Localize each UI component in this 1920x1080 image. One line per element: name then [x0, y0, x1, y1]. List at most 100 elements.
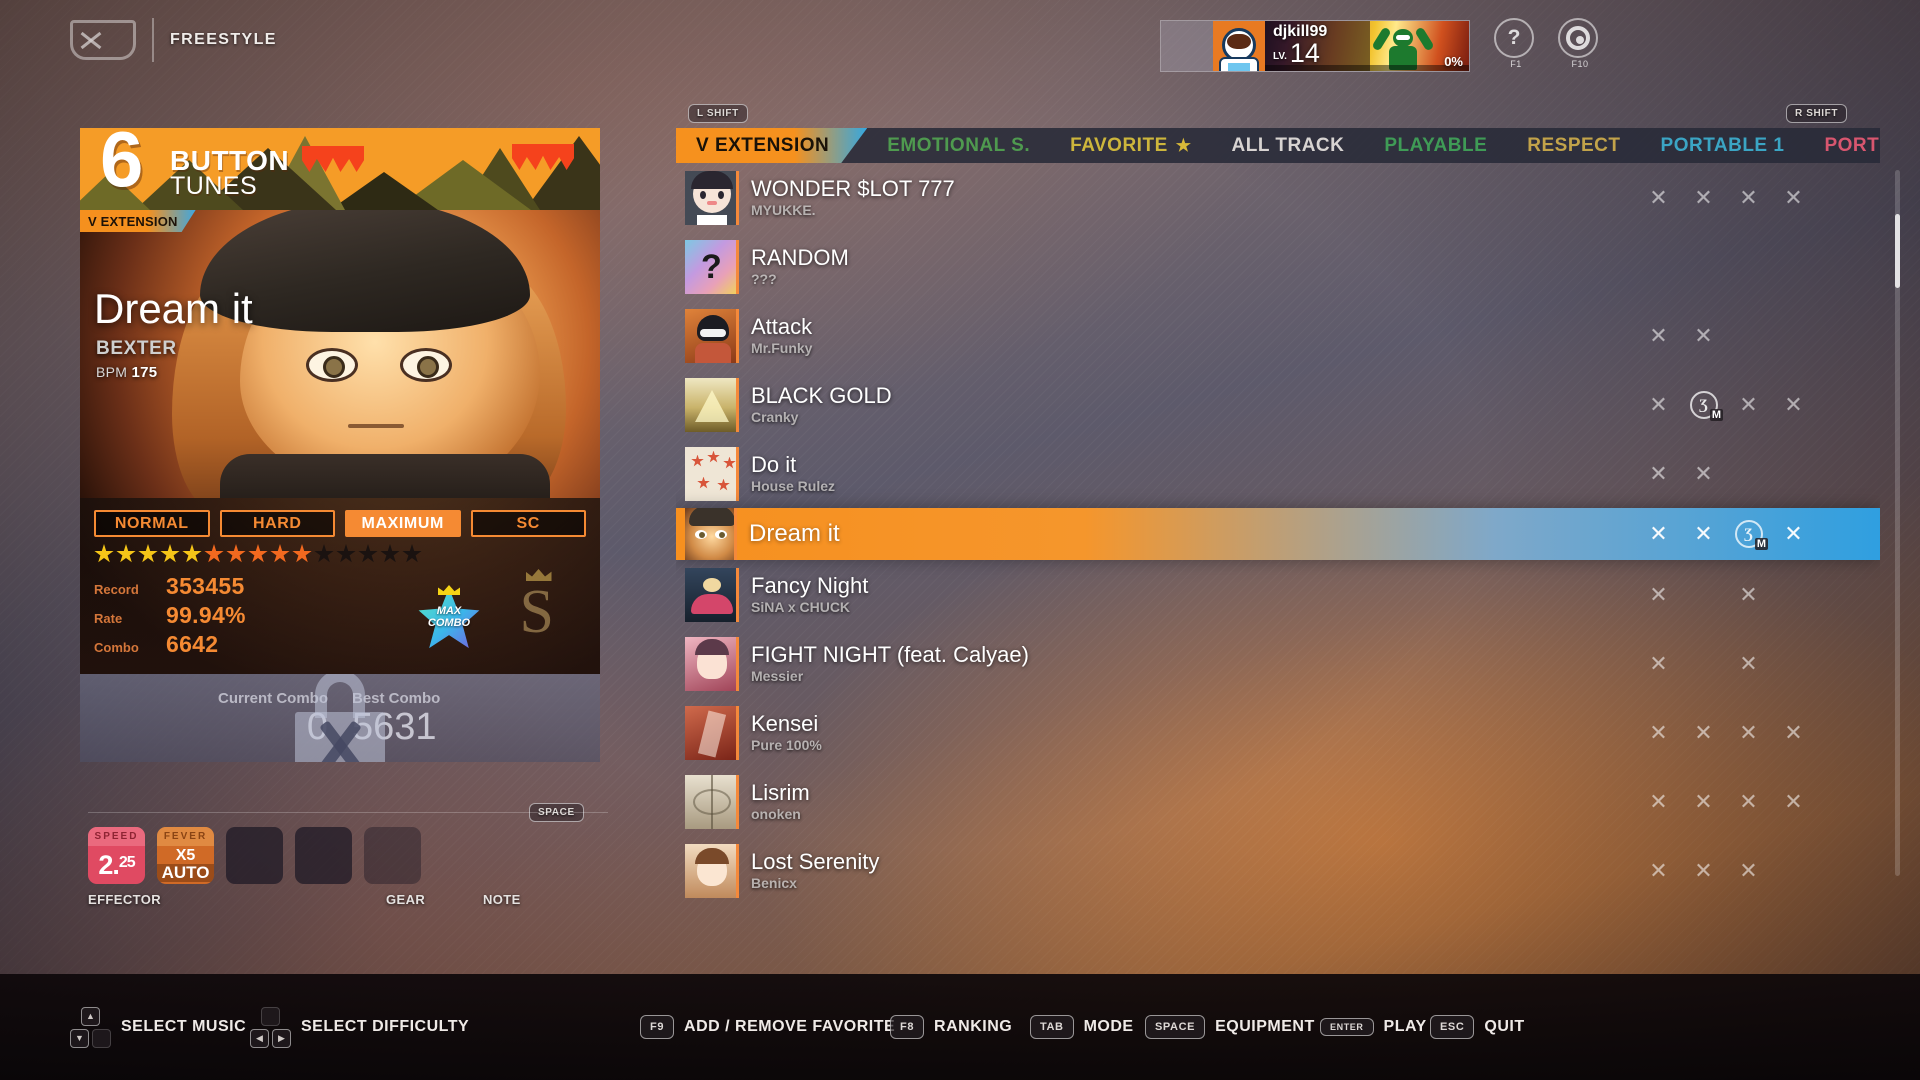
command-play[interactable]: ENTER PLAY	[1320, 1018, 1427, 1036]
arrow-keys-icon: ◀ ▶	[250, 1006, 291, 1048]
command-mode[interactable]: TAB MODE	[1030, 1015, 1134, 1039]
song-row[interactable]: Do it House Rulez ✕ ✕	[676, 439, 1880, 508]
command-add-remove-favorite[interactable]: F9 ADD / REMOVE FAVORITE	[640, 1015, 895, 1039]
song-row[interactable]: BLACK GOLD Cranky ✕ Ʒ M ✕ ✕	[676, 370, 1880, 439]
bpm-label: BPM	[96, 364, 128, 380]
song-row[interactable]: Lisrim onoken ✕ ✕ ✕ ✕	[676, 767, 1880, 836]
keycap: ESC	[1430, 1015, 1475, 1039]
song-thumbnail	[685, 636, 739, 691]
djmax-logo-icon	[70, 20, 136, 60]
difficulty-selector[interactable]: NORMAL HARD MAXIMUM SC	[80, 498, 600, 537]
score-label: Combo	[94, 640, 139, 655]
difficulty-maximum[interactable]: MAXIMUM	[345, 510, 461, 537]
fever-caption: FEVER	[157, 827, 214, 846]
gear-slot[interactable]	[295, 827, 352, 884]
list-scrollbar[interactable]	[1895, 170, 1900, 876]
list-scroll-thumb[interactable]	[1895, 214, 1900, 288]
lshift-hint-key[interactable]: L SHIFT	[688, 104, 748, 123]
tab-port[interactable]: PORT	[1804, 128, 1880, 163]
command-label: RANKING	[934, 1018, 1013, 1035]
fever-slot[interactable]: FEVER X5 AUTO	[157, 827, 214, 884]
badge-max-text: MAX	[436, 605, 462, 617]
song-name: Fancy Night	[751, 572, 869, 598]
gear-label: GEAR	[386, 892, 426, 907]
clear-mark-icon: ✕	[1739, 650, 1758, 676]
command-select-difficulty[interactable]: ◀ ▶ SELECT DIFFICULTY	[250, 1006, 469, 1048]
tab-favorite[interactable]: FAVORITE ★	[1050, 128, 1211, 163]
song-difficulty-marks: ✕ Ʒ M ✕ ✕	[1636, 390, 1880, 421]
difficulty-normal[interactable]: NORMAL	[94, 510, 210, 537]
settings-button[interactable]: F10	[1558, 18, 1602, 69]
song-row[interactable]: Lost Serenity Benicx ✕ ✕ ✕	[676, 836, 1880, 905]
question-mark-icon: ?	[1494, 18, 1534, 58]
rank-badge: S	[520, 569, 554, 648]
medal-icon: ƷM	[1726, 520, 1771, 550]
avatar	[1213, 21, 1265, 71]
help-button[interactable]: ? F1	[1494, 18, 1538, 69]
tab-all-track[interactable]: ALL TRACK	[1212, 128, 1365, 163]
empty-mark	[1771, 584, 1816, 606]
command-bar: ▲ ▼ SELECT MUSIC ◀ ▶ SELECT DIFFICULTY F9 ADD /…	[0, 974, 1920, 1080]
effector-slot-3[interactable]	[226, 827, 283, 884]
clear-mark-icon: ✕	[1784, 184, 1803, 210]
tab-playable[interactable]: PLAYABLE	[1364, 128, 1507, 163]
song-row[interactable]: Kensei Pure 100% ✕ ✕ ✕ ✕	[676, 698, 1880, 767]
speed-int: 2.	[98, 850, 120, 880]
song-detail-card: 6 BUTTON TUNES V EXTENSION Dream it BEXT…	[80, 128, 600, 762]
difficulty-hard[interactable]: HARD	[219, 510, 335, 537]
song-text: Dream it	[749, 522, 1636, 546]
score-label: Rate	[94, 611, 123, 626]
song-stats-panel: NORMAL HARD MAXIMUM SC Record 353455 Rate 99.9…	[80, 498, 600, 674]
song-row[interactable]: FIGHT NIGHT (feat. Calyae) Messier ✕ ✕	[676, 629, 1880, 698]
note-label: NOTE	[483, 892, 521, 907]
badge-combo-text: COMBO	[427, 617, 471, 629]
star-icon	[138, 544, 158, 563]
banner-mountain	[330, 172, 438, 210]
command-ranking[interactable]: F8 RANKING	[890, 1015, 1012, 1039]
clear-mark-icon: ✕	[1694, 460, 1713, 486]
song-difficulty-marks: ✕ ✕ ✕ ✕	[1636, 719, 1880, 745]
song-text: Do it House Rulez	[751, 452, 1636, 495]
song-row[interactable]: Fancy Night SiNA x CHUCK ✕ ✕	[676, 560, 1880, 629]
divider	[152, 18, 154, 62]
song-artwork: V EXTENSION Dream it BEXTER BPM 175	[80, 210, 600, 498]
song-title: Dream it	[94, 285, 253, 332]
star-icon	[226, 544, 246, 563]
empty-mark	[1681, 584, 1726, 606]
song-artist-name: onoken	[751, 805, 801, 822]
clear-mark-icon: ✕	[1649, 857, 1668, 883]
score-value: 99.94%	[166, 602, 246, 628]
song-row[interactable]: ? RANDOM???	[676, 232, 1880, 301]
song-row[interactable]: WONDER $LOT 777 MYUKKE. ✕ ✕ ✕ ✕	[676, 163, 1880, 232]
song-row[interactable]: Dream it ✕ ✕ Ʒ M ✕	[676, 508, 1880, 560]
category-tabbar[interactable]: V EXTENSION EMOTIONAL S. FAVORITE ★ ALL TRAC…	[676, 128, 1880, 163]
exp-percent: 0%	[1444, 54, 1463, 69]
favorite-star-icon: ★	[1175, 135, 1192, 155]
rshift-hint-key[interactable]: R SHIFT	[1786, 104, 1848, 123]
clear-mark-icon: ✕	[1784, 788, 1803, 814]
song-difficulty-marks: ✕ ✕ ✕ ✕	[1636, 788, 1880, 814]
score-value: 6642	[166, 631, 219, 657]
song-artist-name: Cranky	[751, 408, 799, 425]
song-list[interactable]: WONDER $LOT 777 MYUKKE. ✕ ✕ ✕ ✕? RANDOM??? Atta…	[676, 163, 1880, 953]
fever-auto: AUTO	[157, 864, 214, 882]
medal-icon: ƷM	[1681, 390, 1726, 421]
fever-multiplier: X5	[175, 847, 196, 864]
song-row[interactable]: Attack Mr.Funky ✕ ✕	[676, 301, 1880, 370]
clear-mark-icon: ✕	[1694, 322, 1713, 348]
tab-v-extension[interactable]: V EXTENSION	[676, 128, 867, 163]
mode-banner: 6 BUTTON TUNES	[80, 128, 600, 210]
speed-slot[interactable]: SPEED 2.25	[88, 827, 145, 884]
tab-emotional-s[interactable]: EMOTIONAL S.	[867, 128, 1050, 163]
player-profile-card[interactable]: djkill99 LV. 14 0%	[1160, 20, 1470, 72]
tab-respect[interactable]: RESPECT	[1507, 128, 1640, 163]
command-select-music[interactable]: ▲ ▼ SELECT MUSIC	[70, 1006, 246, 1048]
note-slot[interactable]	[364, 827, 421, 884]
clear-mark-icon: ✕	[1784, 719, 1803, 745]
difficulty-sc[interactable]: SC	[470, 510, 586, 537]
tab-label: V EXTENSION	[696, 134, 830, 156]
tab-portable-1[interactable]: PORTABLE 1	[1641, 128, 1805, 163]
effector-slot-labels: EFFECTOR GEAR NOTE	[88, 892, 608, 907]
command-quit[interactable]: ESC QUIT	[1430, 1015, 1525, 1039]
command-equipment[interactable]: SPACE EQUIPMENT	[1145, 1015, 1315, 1039]
